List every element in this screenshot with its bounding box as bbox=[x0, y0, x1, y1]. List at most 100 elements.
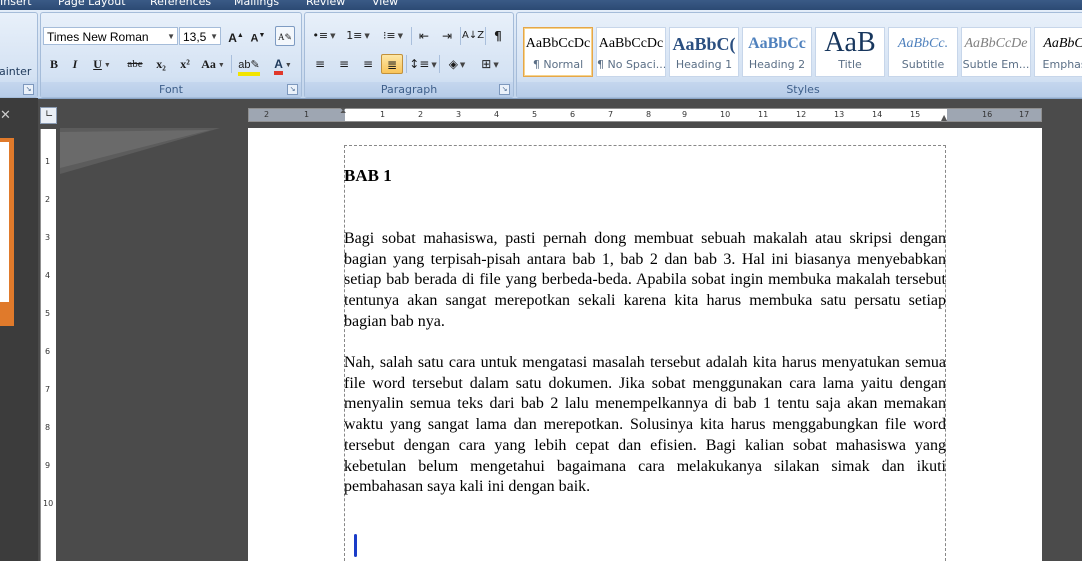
paragraph-group: •≡ ▼ 1≡ ▼ ⁝≡ ▼ ⇤ ⇥ A↓Z ¶ ≡ ≡ ≡ ≣ ↕≡ ▼ ◈ ▼ ⊞ ▼ … bbox=[304, 12, 514, 98]
clear-formatting-button[interactable]: A✎ bbox=[275, 26, 295, 46]
decrease-indent-icon: ⇤ bbox=[418, 29, 430, 43]
style-no-spacing[interactable]: AaBbCcDc ¶ No Spaci... bbox=[596, 27, 666, 77]
tab-review[interactable]: Review bbox=[306, 0, 345, 8]
paragraph-dialog-launcher-icon[interactable]: ↘ bbox=[499, 84, 510, 95]
superscript-button[interactable]: x² bbox=[175, 54, 195, 74]
style-name: ¶ Normal bbox=[532, 58, 584, 71]
strikethrough-button[interactable]: abe bbox=[123, 54, 147, 74]
page-thumbnail-preview bbox=[0, 142, 9, 302]
ruler-tick: 6 bbox=[570, 110, 576, 119]
align-left-button[interactable]: ≡ bbox=[309, 54, 331, 74]
styles-group: AaBbCcDc ¶ Normal AaBbCcDc ¶ No Spaci...… bbox=[516, 12, 1082, 98]
style-preview: AaBbC( bbox=[672, 34, 736, 54]
font-dialog-launcher-icon[interactable]: ↘ bbox=[287, 84, 298, 95]
numbering-button[interactable]: 1≡ ▼ bbox=[343, 26, 373, 46]
ruler-tick: 1 bbox=[380, 110, 386, 119]
left-tab-icon: ∟ bbox=[45, 109, 54, 120]
ribbon-tab-strip: Insert Page Layout References Mailings R… bbox=[0, 0, 1082, 10]
ruler-tick: 2 bbox=[418, 110, 424, 119]
horizontal-ruler[interactable]: ⧗ ▲ 2 1 1 2 3 4 5 6 7 8 9 10 11 12 13 14… bbox=[248, 106, 1042, 122]
style-preview: AaBbCc. bbox=[897, 36, 949, 51]
clipboard-group: ainter ↘ bbox=[0, 12, 38, 98]
style-heading-2[interactable]: AaBbCc Heading 2 bbox=[742, 27, 812, 77]
align-right-button[interactable]: ≡ bbox=[357, 54, 379, 74]
format-painter-button[interactable]: ainter bbox=[0, 65, 31, 78]
ruler-tick: 3 bbox=[45, 233, 51, 242]
tab-page-layout[interactable]: Page Layout bbox=[58, 0, 126, 8]
font-name-combo[interactable]: Times New Roman ▼ bbox=[43, 27, 178, 45]
decrease-indent-button[interactable]: ⇤ bbox=[413, 26, 435, 46]
style-preview: AaBbCcDe bbox=[964, 36, 1028, 51]
style-preview: AaBbCcDc bbox=[525, 36, 591, 51]
change-case-icon: Aa bbox=[201, 57, 216, 71]
tab-mailings[interactable]: Mailings bbox=[234, 0, 279, 8]
align-center-button[interactable]: ≡ bbox=[333, 54, 355, 74]
ruler-tick: 6 bbox=[45, 347, 51, 356]
style-subtle-emphasis[interactable]: AaBbCcDe Subtle Em... bbox=[961, 27, 1031, 77]
document-paragraph-2[interactable]: Nah, salah satu cara untuk mengatasi mas… bbox=[344, 353, 946, 498]
sort-button[interactable]: A↓Z bbox=[462, 26, 484, 46]
line-spacing-button[interactable]: ↕≡ ▼ bbox=[409, 54, 437, 74]
font-color-icon: A bbox=[274, 57, 283, 75]
document-heading[interactable]: BAB 1 bbox=[344, 166, 946, 187]
paint-bucket-icon: ◈ bbox=[448, 57, 458, 71]
vertical-ruler[interactable]: 1 2 3 4 5 6 7 8 9 10 bbox=[40, 129, 56, 561]
ruler-tick: 8 bbox=[45, 423, 51, 432]
style-subtitle[interactable]: AaBbCc. Subtitle bbox=[888, 27, 958, 77]
shrink-font-button[interactable]: A▼ bbox=[248, 26, 268, 46]
grow-font-icon: A bbox=[228, 31, 237, 45]
document-paragraph-1[interactable]: Bagi sobat mahasiswa, pasti pernah dong … bbox=[344, 229, 946, 333]
borders-button[interactable]: ⊞ ▼ bbox=[475, 54, 505, 74]
bold-button[interactable]: B bbox=[45, 54, 63, 74]
line-spacing-icon: ↕≡ bbox=[409, 57, 430, 71]
ruler-tick: 8 bbox=[646, 110, 652, 119]
close-icon[interactable]: ✕ bbox=[0, 108, 14, 124]
justify-button[interactable]: ≣ bbox=[381, 54, 403, 74]
clipboard-launcher-icon[interactable]: ↘ bbox=[23, 84, 34, 95]
shading-button[interactable]: ◈ ▼ bbox=[442, 54, 472, 74]
style-heading-1[interactable]: AaBbC( Heading 1 bbox=[669, 27, 739, 77]
tab-selector[interactable]: ∟ bbox=[40, 107, 57, 124]
ruler-tick: 10 bbox=[720, 110, 731, 119]
font-group: Times New Roman ▼ 13,5 ▼ A▲ A▼ A✎ B I U ▼… bbox=[40, 12, 302, 98]
style-normal[interactable]: AaBbCcDc ¶ Normal bbox=[523, 27, 593, 77]
style-title[interactable]: AaB Title bbox=[815, 27, 885, 77]
change-case-button[interactable]: Aa ▼ bbox=[199, 54, 227, 74]
grow-font-button[interactable]: A▲ bbox=[226, 26, 246, 46]
ruler-tick: 9 bbox=[45, 461, 51, 470]
font-size-combo[interactable]: 13,5 ▼ bbox=[179, 27, 221, 45]
subscript-button[interactable]: x₂ bbox=[151, 54, 171, 74]
style-emphasis[interactable]: AaBbCcI Emphasis bbox=[1034, 27, 1082, 77]
ruler-tick: 4 bbox=[45, 271, 51, 280]
style-preview: AaBbCc bbox=[748, 35, 806, 52]
underline-button[interactable]: U ▼ bbox=[89, 54, 115, 74]
underline-icon: U bbox=[93, 57, 102, 71]
ruler-tick: 17 bbox=[1019, 110, 1030, 119]
style-name: Heading 1 bbox=[675, 58, 733, 71]
tab-references[interactable]: References bbox=[150, 0, 211, 8]
style-preview: AaBbCcDc bbox=[598, 36, 664, 51]
ruler-tick: 12 bbox=[796, 110, 807, 119]
multilevel-list-button[interactable]: ⁝≡ ▼ bbox=[377, 26, 409, 46]
text-highlight-button[interactable]: ab✎▼ bbox=[234, 54, 264, 91]
ruler-tick: 4 bbox=[494, 110, 500, 119]
increase-indent-button[interactable]: ⇥ bbox=[436, 26, 458, 46]
indent-marker-icon[interactable]: ⧗ bbox=[340, 106, 346, 116]
right-indent-marker-icon[interactable]: ▲ bbox=[941, 113, 947, 122]
text-cursor bbox=[354, 534, 357, 557]
italic-button[interactable]: I bbox=[66, 54, 84, 74]
ruler-tick: 5 bbox=[532, 110, 538, 119]
show-hide-button[interactable]: ¶ bbox=[488, 26, 508, 46]
ruler-tick: 9 bbox=[682, 110, 688, 119]
style-name: Heading 2 bbox=[748, 58, 806, 71]
tab-insert[interactable]: Insert bbox=[0, 0, 32, 8]
tab-view[interactable]: View bbox=[372, 0, 398, 8]
bullets-button[interactable]: •≡ ▼ bbox=[309, 26, 339, 46]
ruler-tick: 2 bbox=[45, 195, 51, 204]
ruler-tick: 11 bbox=[758, 110, 769, 119]
divider bbox=[460, 27, 461, 45]
font-color-button[interactable]: A ▼ bbox=[269, 54, 297, 75]
divider bbox=[231, 55, 232, 73]
borders-icon: ⊞ bbox=[481, 57, 492, 71]
divider bbox=[406, 55, 407, 73]
